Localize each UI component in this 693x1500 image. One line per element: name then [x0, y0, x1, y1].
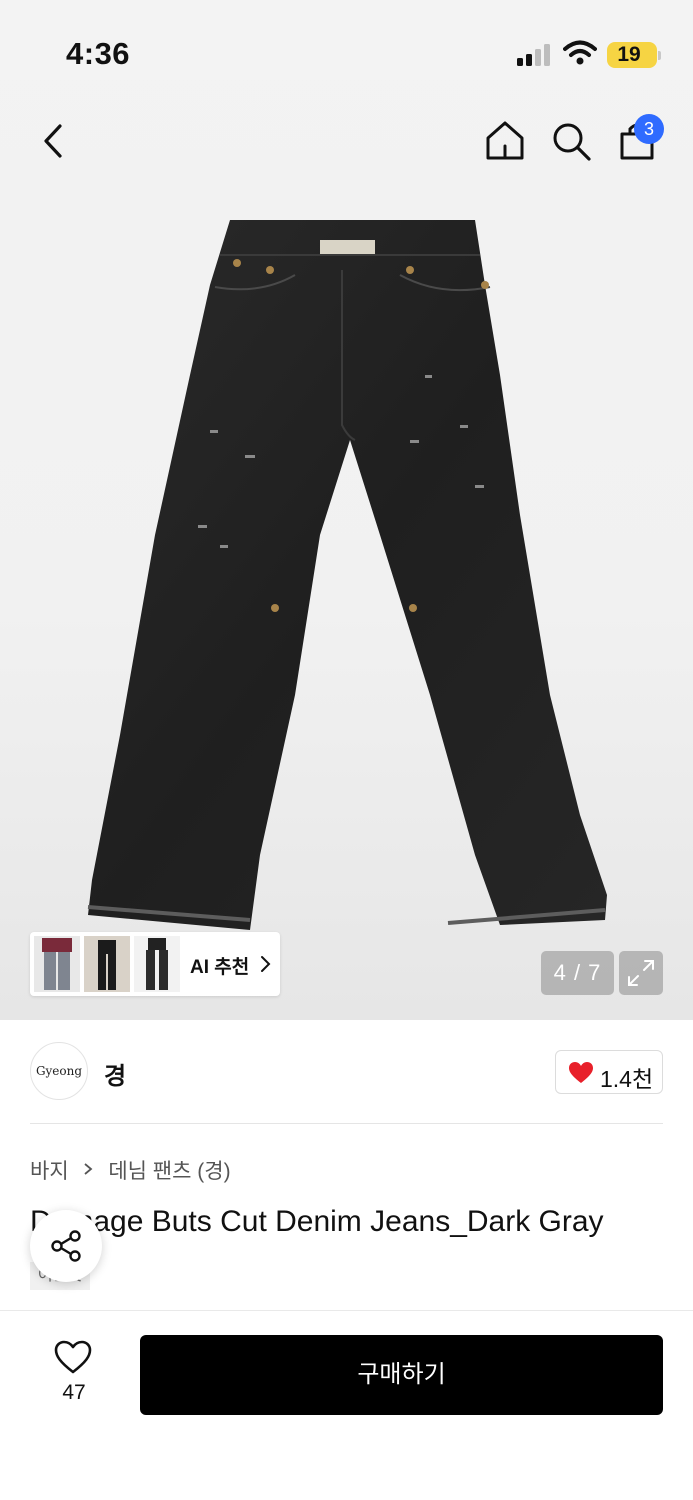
divider [30, 1123, 663, 1124]
breadcrumb: 바지 데님 팬츠 (경) [30, 1155, 231, 1185]
wish-count: 47 [62, 1381, 86, 1404]
home-icon[interactable] [482, 118, 528, 164]
chevron-right-icon [84, 1162, 93, 1175]
ai-recommend-chip[interactable]: AI 추천 [30, 932, 280, 996]
product-hero: 4:36 19 3 AI 추천 4 / 7 [0, 0, 693, 1020]
product-title: Damage Buts Cut Denim Jeans_Dark Gray [30, 1205, 604, 1238]
wifi-icon [563, 40, 597, 65]
heart-filled-icon [569, 1062, 593, 1083]
cellular-signal-icon [517, 44, 550, 66]
search-icon[interactable] [548, 118, 594, 164]
status-bar: 4:36 19 [0, 0, 693, 100]
brand-logo[interactable]: Gyeong [30, 1042, 88, 1100]
brand-name[interactable]: 경 [104, 1056, 126, 1091]
back-arrow-icon[interactable] [36, 118, 72, 164]
product-image-jeans[interactable] [80, 215, 620, 985]
share-button[interactable] [30, 1210, 102, 1282]
bottom-action-bar: 47 구매하기 [0, 1310, 693, 1500]
image-page-counter: 4 / 7 [541, 951, 614, 995]
expand-image-button[interactable] [619, 951, 663, 995]
breadcrumb-subcategory[interactable]: 데님 팬츠 (경) [108, 1155, 230, 1185]
brand-like-count: 1.4천 [600, 1066, 654, 1092]
ai-recommend-label: AI 추천 [190, 957, 250, 978]
brand-like-button[interactable]: 1.4천 [555, 1050, 663, 1094]
ai-thumbnail[interactable] [84, 936, 130, 992]
battery-level: 19 [617, 43, 641, 66]
battery-cap [658, 51, 661, 60]
chevron-right-icon [261, 956, 271, 972]
buy-button[interactable]: 구매하기 [140, 1335, 663, 1415]
expand-icon [628, 960, 654, 986]
heart-outline-icon[interactable] [53, 1339, 93, 1375]
battery-indicator: 19 [607, 42, 661, 68]
status-time: 4:36 [66, 36, 131, 71]
ai-thumbnail[interactable] [134, 936, 180, 992]
ai-thumbnail[interactable] [34, 936, 80, 992]
cart-count-badge: 3 [634, 114, 664, 144]
brand-row: Gyeong 경 1.4천 [0, 1020, 693, 1124]
share-icon [51, 1230, 81, 1262]
breadcrumb-category[interactable]: 바지 [30, 1155, 69, 1185]
